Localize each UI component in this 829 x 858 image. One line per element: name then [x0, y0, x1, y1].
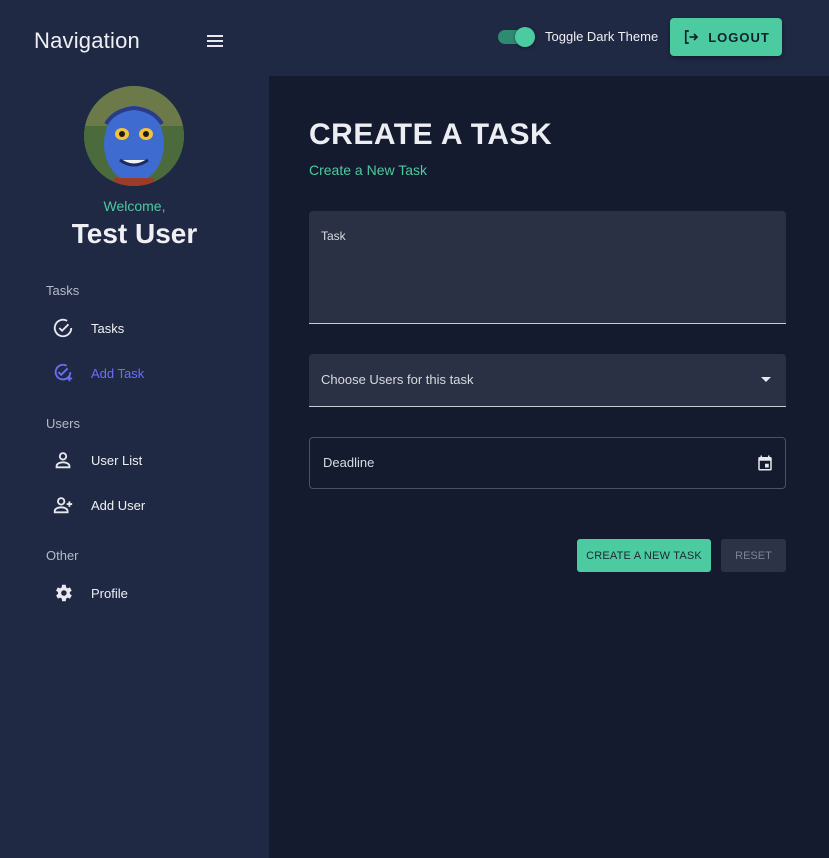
choose-users-select[interactable]: Choose Users for this task: [309, 354, 786, 407]
sidebar: Welcome, Test User Tasks Tasks Add Task …: [0, 76, 269, 858]
check-circle-icon: [52, 317, 86, 339]
sidebar-item-add-task[interactable]: Add Task: [46, 355, 256, 391]
sidebar-item-label: Add User: [91, 497, 146, 513]
page-subtitle: Create a New Task: [309, 162, 428, 178]
page-title: CREATE A TASK: [309, 118, 553, 151]
calendar-icon[interactable]: [756, 454, 774, 477]
person-add-icon: [52, 494, 86, 516]
chevron-down-icon: [761, 377, 771, 382]
sidebar-item-profile[interactable]: Profile: [46, 575, 256, 611]
logout-button[interactable]: LOGOUT: [670, 18, 782, 56]
logout-label: LOGOUT: [708, 29, 770, 45]
section-label-tasks: Tasks: [46, 283, 80, 298]
toggle-label: Toggle Dark Theme: [545, 29, 659, 44]
person-icon: [52, 449, 86, 471]
welcome-text: Welcome,: [103, 198, 166, 214]
toggle-thumb: [515, 27, 535, 47]
add-task-icon: [52, 362, 86, 384]
username: Test User: [71, 218, 198, 249]
deadline-label: Deadline: [323, 455, 375, 470]
sidebar-item-label: User List: [91, 452, 143, 468]
logout-icon: [682, 28, 700, 46]
create-task-button[interactable]: CREATE A NEW TASK: [577, 539, 711, 572]
nav-title: Navigation: [34, 28, 140, 53]
choose-users-label: Choose Users for this task: [321, 372, 474, 387]
gear-icon: [52, 582, 86, 604]
section-label-users: Users: [46, 416, 80, 431]
reset-button[interactable]: RESET: [721, 539, 786, 572]
task-field-label: Task: [321, 229, 346, 243]
deadline-field[interactable]: Deadline: [309, 437, 786, 489]
top-app-bar: Navigation Toggle Dark Theme LOGOUT: [0, 0, 829, 76]
avatar: [84, 86, 184, 186]
sidebar-item-tasks[interactable]: Tasks: [46, 310, 256, 346]
sidebar-item-add-user[interactable]: Add User: [46, 487, 256, 523]
sidebar-item-label: Add Task: [91, 365, 145, 381]
sidebar-item-user-list[interactable]: User List: [46, 442, 256, 478]
dark-theme-toggle[interactable]: [498, 27, 536, 47]
sidebar-item-label: Tasks: [91, 320, 125, 336]
sidebar-item-label: Profile: [91, 585, 128, 601]
task-textarea[interactable]: Task: [309, 211, 786, 324]
menu-icon[interactable]: [205, 32, 225, 50]
section-label-other: Other: [46, 548, 79, 563]
